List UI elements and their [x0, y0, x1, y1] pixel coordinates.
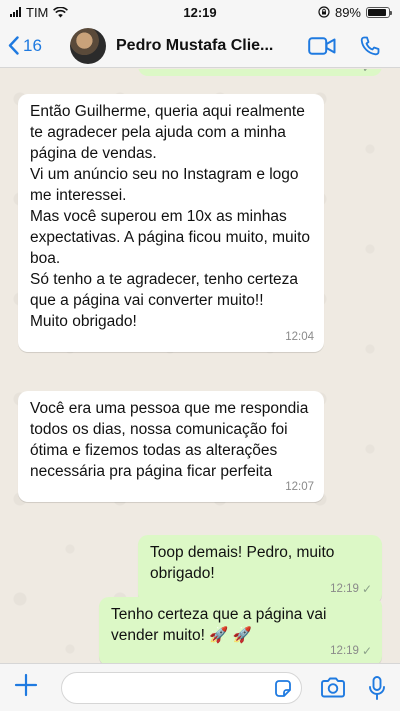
status-left: TIM	[10, 4, 69, 20]
battery-icon	[366, 6, 392, 18]
sticker-icon[interactable]	[273, 679, 293, 699]
battery-fill	[368, 8, 386, 16]
phone-icon[interactable]	[360, 36, 380, 56]
sent-check-icon: ✓	[361, 644, 372, 658]
input-bar	[0, 663, 400, 711]
unread-count: 16	[23, 35, 42, 55]
message-input[interactable]	[60, 671, 302, 704]
message-text: Então Guilherme, queria aqui realmente t…	[30, 103, 311, 330]
camera-icon[interactable]	[320, 677, 346, 698]
message-bubble-outgoing[interactable]: Tenho certeza que a página vai vender mu…	[99, 597, 382, 663]
microphone-icon[interactable]	[368, 675, 386, 700]
message-time: 12:07	[285, 481, 314, 493]
message-time: 12:04	[285, 331, 314, 343]
message-bubble-incoming[interactable]: Você era uma pessoa que me respondia tod…	[18, 391, 324, 502]
video-camera-icon[interactable]	[308, 36, 336, 55]
message-text: Toop demais! Pedro, muito obrigado!	[150, 544, 335, 582]
back-button[interactable]: 16	[0, 36, 62, 56]
status-right: 89%	[318, 4, 392, 20]
message-meta: ✓	[362, 69, 372, 75]
status-bar: TIM 12:19 89%	[0, 0, 400, 24]
attach-button[interactable]	[14, 673, 41, 702]
chevron-left-icon	[8, 36, 19, 55]
previous-message-partial: ✓	[138, 69, 382, 76]
message-bubble-outgoing[interactable]: Toop demais! Pedro, muito obrigado! 12:1…	[138, 535, 382, 604]
plus-icon	[14, 673, 38, 697]
avatar[interactable]	[70, 27, 106, 64]
wifi-icon	[53, 6, 69, 17]
carrier-label: TIM	[26, 4, 49, 20]
battery-label: 89%	[334, 4, 361, 20]
header-actions	[308, 36, 400, 56]
message-time: 12:19	[330, 645, 359, 657]
signal-icon	[10, 7, 21, 17]
message-meta: 12:19 ✓	[330, 641, 372, 662]
input-actions	[320, 675, 386, 700]
chat-area[interactable]: ✓ Então Guilherme, queria aqui realmente…	[0, 69, 400, 663]
orientation-lock-icon	[318, 6, 330, 18]
message-bubble-incoming[interactable]: Então Guilherme, queria aqui realmente t…	[18, 94, 324, 352]
message-text: Você era uma pessoa que me respondia tod…	[30, 400, 309, 480]
chat-header: 16 Pedro Mustafa Clie...	[0, 24, 400, 68]
contact-name[interactable]: Pedro Mustafa Clie...	[116, 37, 291, 55]
message-meta: 12:07	[285, 477, 314, 498]
message-meta: 12:04	[285, 327, 314, 348]
message-text: Tenho certeza que a página vai vender mu…	[111, 606, 327, 644]
